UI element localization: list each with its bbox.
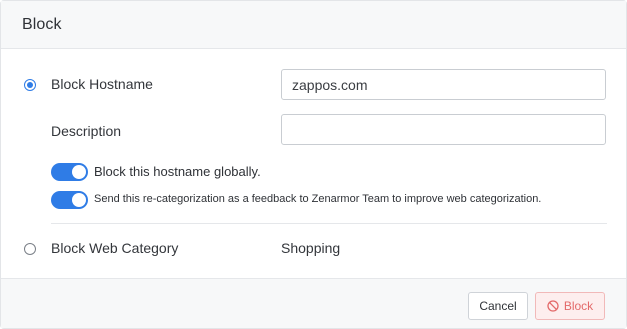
send-feedback-label: Send this re-categorization as a feedbac… <box>94 193 542 205</box>
block-hostname-label: Block Hostname <box>51 76 153 92</box>
cancel-button-label: Cancel <box>479 299 517 313</box>
block-button-label: Block <box>563 299 594 313</box>
block-web-category-radio[interactable] <box>24 243 36 255</box>
toggle-knob <box>72 193 86 207</box>
dialog-header: Block <box>1 1 626 49</box>
block-globally-toggle[interactable] <box>51 163 88 181</box>
block-hostname-radio[interactable] <box>24 79 36 91</box>
dialog-footer: Cancel Block <box>1 278 626 328</box>
description-input[interactable] <box>281 114 606 145</box>
toggle-knob <box>72 165 86 179</box>
web-category-value: Shopping <box>281 240 341 256</box>
ban-icon <box>547 300 559 312</box>
block-globally-label: Block this hostname globally. <box>94 164 261 179</box>
block-button[interactable]: Block <box>535 292 605 320</box>
hostname-input[interactable] <box>281 69 606 100</box>
send-feedback-toggle[interactable] <box>51 191 88 209</box>
description-label: Description <box>51 123 122 139</box>
block-web-category-label: Block Web Category <box>51 240 179 256</box>
section-divider <box>51 223 607 224</box>
cancel-button[interactable]: Cancel <box>468 292 528 320</box>
dialog-title: Block <box>22 15 62 33</box>
block-dialog: Block Block Hostname Description Block t… <box>0 0 627 329</box>
